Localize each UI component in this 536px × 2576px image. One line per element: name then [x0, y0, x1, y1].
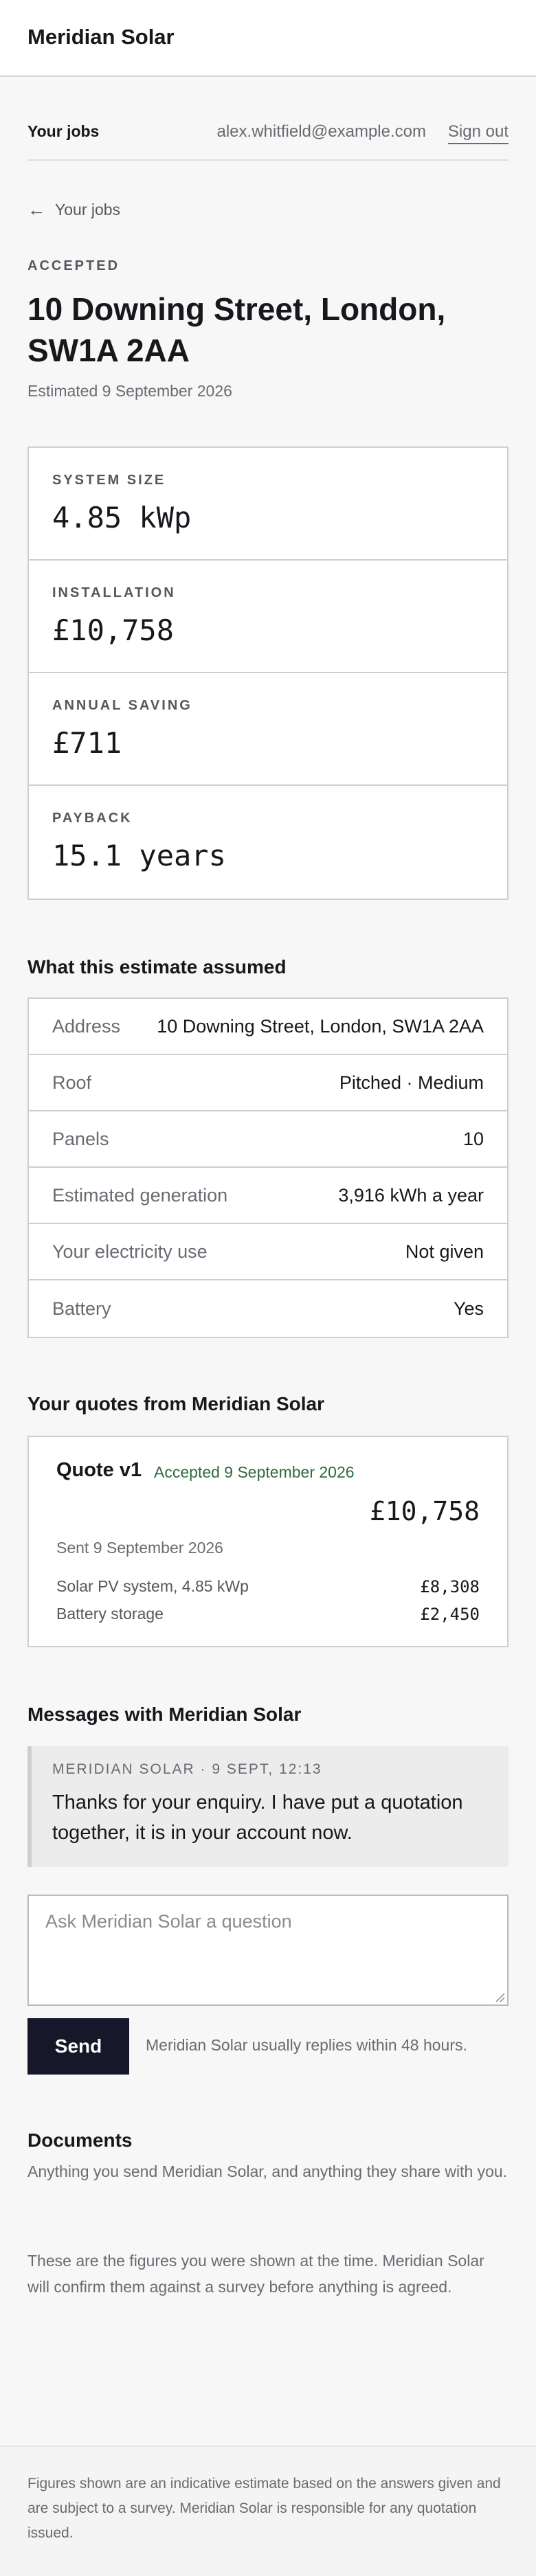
quote-total: £10,758 [369, 1496, 480, 1526]
assumption-value: Not given [405, 1241, 484, 1262]
message-meta: MERIDIAN SOLAR · 9 SEPT, 12:13 [52, 1761, 322, 1777]
message-item: MERIDIAN SOLAR · 9 SEPT, 12:13 Thanks fo… [27, 1746, 509, 1867]
top-bar: Meridian Solar [0, 0, 536, 77]
assumption-label: Your electricity use [52, 1241, 208, 1262]
quote-name: Quote v1 [56, 1459, 142, 1481]
reply-time-note: Meridian Solar usually replies within 48… [146, 2036, 467, 2054]
assumption-row: Roof Pitched · Medium [29, 1055, 507, 1111]
assumption-label: Address [52, 1015, 121, 1037]
assumption-value: Pitched · Medium [339, 1072, 484, 1093]
stat-value: £10,758 [52, 613, 175, 647]
figures-note: These are the figures you were shown at … [27, 2252, 484, 2296]
account-nav: Your jobs alex.whitfield@example.com Sig… [27, 117, 509, 161]
line-item-amount: £8,308 [420, 1577, 480, 1596]
send-button[interactable]: Send [27, 2018, 129, 2075]
sign-out-link[interactable]: Sign out [447, 122, 509, 144]
assumption-label: Estimated generation [52, 1184, 228, 1206]
assumption-value: 10 Downing Street, London, SW1A 2AA [157, 1015, 484, 1037]
stat-label: SYSTEM SIZE [52, 473, 166, 488]
quote-status: Accepted 9 September 2026 [154, 1463, 355, 1481]
stat-annual-saving: ANNUAL SAVING £711 [29, 673, 507, 786]
quote-card: Quote v1 Accepted 9 September 2026 £10,7… [27, 1436, 509, 1647]
documents-description: Anything you send Meridian Solar, and an… [27, 2162, 508, 2180]
footer-disclaimer: Figures shown are an indicative estimate… [27, 2476, 501, 2541]
job-status: ACCEPTED [27, 258, 120, 273]
stat-label: INSTALLATION [52, 585, 176, 600]
back-link-label: Your jobs [55, 201, 121, 218]
stat-value: 4.85 kWp [52, 501, 192, 534]
quote-sent-date: Sent 9 September 2026 [56, 1539, 223, 1557]
line-item-amount: £2,450 [420, 1605, 480, 1624]
quotes-heading: Your quotes from Meridian Solar [27, 1393, 324, 1414]
assumption-value: Yes [453, 1298, 484, 1319]
assumption-label: Battery [52, 1298, 111, 1319]
line-item-label: Solar PV system, 4.85 kWp [56, 1577, 249, 1595]
assumptions-heading: What this estimate assumed [27, 956, 287, 978]
assumption-row: Estimated generation 3,916 kWh a year [29, 1168, 507, 1224]
summary-stats: SYSTEM SIZE 4.85 kWp INSTALLATION £10,75… [27, 447, 509, 900]
stat-label: PAYBACK [52, 811, 133, 826]
documents-heading: Documents [27, 2129, 133, 2151]
stat-installation: INSTALLATION £10,758 [29, 561, 507, 673]
estimate-date: Estimated 9 September 2026 [27, 382, 232, 400]
quote-line-item: Solar PV system, 4.85 kWp £8,308 [56, 1577, 480, 1596]
assumption-value: 10 [462, 1128, 484, 1149]
assumption-row: Your electricity use Not given [29, 1224, 507, 1280]
assumption-row: Address 10 Downing Street, London, SW1A … [29, 999, 507, 1055]
assumption-label: Roof [52, 1072, 92, 1093]
brand-logo[interactable]: Meridian Solar [27, 25, 175, 49]
stat-value: 15.1 years [52, 839, 226, 872]
footer: Figures shown are an indicative estimate… [0, 2445, 536, 2576]
page-title: 10 Downing Street, London, SW1A 2AA [27, 291, 446, 368]
arrow-left-icon: ← [27, 199, 45, 220]
stat-system-size: SYSTEM SIZE 4.85 kWp [29, 448, 507, 561]
assumption-value: 3,916 kWh a year [338, 1184, 484, 1206]
line-item-label: Battery storage [56, 1605, 164, 1623]
message-text: Thanks for your enquiry. I have put a qu… [52, 1792, 463, 1844]
back-link[interactable]: ← Your jobs [27, 199, 120, 221]
resize-handle-icon[interactable] [493, 1991, 506, 2003]
stat-label: ANNUAL SAVING [52, 698, 192, 713]
assumptions-table: Address 10 Downing Street, London, SW1A … [27, 997, 509, 1338]
assumption-row: Battery Yes [29, 1280, 507, 1337]
stat-value: £711 [52, 726, 122, 760]
quote-line-item: Battery storage £2,450 [56, 1605, 480, 1624]
nav-your-jobs[interactable]: Your jobs [27, 122, 99, 141]
message-input[interactable]: Ask Meridian Solar a question [27, 1895, 509, 2006]
stat-payback: PAYBACK 15.1 years [29, 786, 507, 899]
assumption-row: Panels 10 [29, 1111, 507, 1168]
account-email: alex.whitfield@example.com [216, 122, 427, 141]
messages-heading: Messages with Meridian Solar [27, 1704, 302, 1725]
assumption-label: Panels [52, 1128, 109, 1149]
